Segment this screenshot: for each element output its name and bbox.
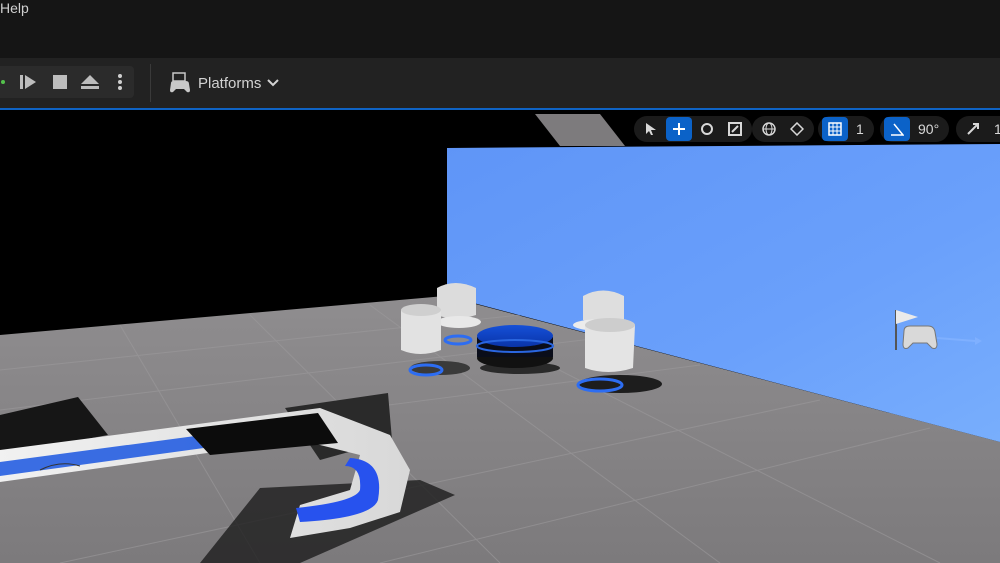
select-tool-button[interactable] (638, 117, 664, 141)
gamepad-icon (170, 72, 190, 93)
eject-icon (81, 75, 99, 89)
more-options-button[interactable] (110, 66, 130, 98)
stop-button[interactable] (46, 66, 74, 98)
angle-icon (891, 123, 904, 136)
toolbar-separator (150, 64, 151, 102)
menu-help[interactable]: Help (0, 0, 29, 16)
grid-snap-group: 1 (818, 116, 874, 142)
scale-snap-value[interactable]: 1 (988, 121, 1000, 137)
scale-snap-toggle[interactable] (960, 117, 986, 141)
coordinate-tools (752, 116, 814, 142)
scene-render (0, 114, 1000, 563)
platforms-button[interactable]: Platforms (168, 68, 280, 98)
angle-snap-group: 90° (880, 116, 950, 142)
move-icon (673, 123, 685, 135)
transform-tools (634, 116, 752, 142)
rotate-icon (701, 123, 713, 135)
scale-icon (728, 122, 742, 136)
angle-snap-toggle[interactable] (884, 117, 910, 141)
surface-snap-icon (790, 122, 804, 136)
translate-tool-button[interactable] (666, 117, 692, 141)
grid-snap-toggle[interactable] (822, 117, 848, 141)
surface-snap-button[interactable] (784, 117, 810, 141)
scale-tool-button[interactable] (722, 117, 748, 141)
eject-button[interactable] (76, 66, 104, 98)
rotate-tool-button[interactable] (694, 117, 720, 141)
angle-snap-value[interactable]: 90° (912, 121, 945, 137)
chevron-down-icon (267, 79, 280, 87)
kebab-icon (118, 74, 122, 90)
platforms-label: Platforms (198, 74, 262, 92)
round-table[interactable] (476, 325, 554, 368)
skip-frame-icon (20, 75, 36, 89)
title-area (0, 22, 1000, 58)
grid-snap-value[interactable]: 1 (850, 121, 870, 137)
play-options-icon[interactable] (0, 66, 10, 98)
level-viewport[interactable]: 1 90° 1 (0, 110, 1000, 563)
skip-frame-button[interactable] (14, 66, 42, 98)
scale-snap-group: 1 (956, 116, 1000, 142)
globe-icon (762, 122, 776, 136)
main-toolbar: Platforms (0, 58, 1000, 109)
stop-icon (53, 75, 67, 89)
scale-snap-icon (967, 123, 979, 135)
distant-floor (535, 114, 625, 146)
cursor-icon (646, 123, 656, 135)
menu-bar: Help (0, 0, 1000, 22)
grid-icon (828, 122, 842, 136)
world-space-button[interactable] (756, 117, 782, 141)
